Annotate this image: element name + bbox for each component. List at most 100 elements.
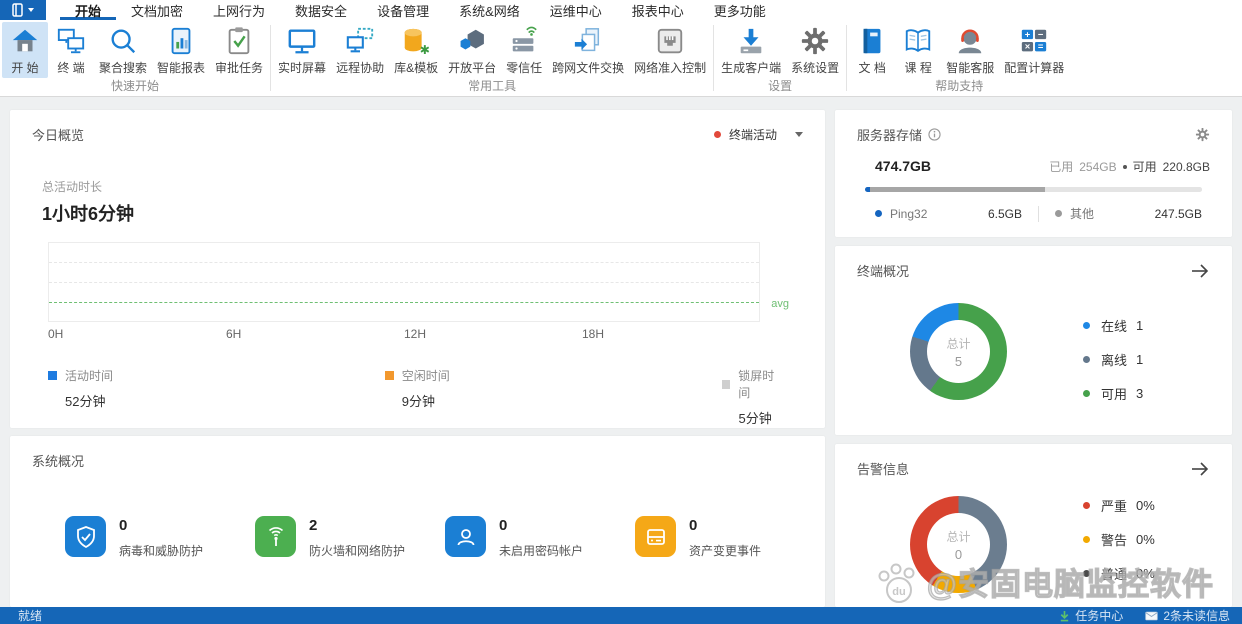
storage-item-ping32: Ping32 6.5GB <box>875 207 1022 221</box>
svg-text:✱: ✱ <box>420 43 430 56</box>
group-label-common-tools: 常用工具 <box>468 79 517 93</box>
live-screen-button[interactable]: 实时屏幕 <box>273 22 331 78</box>
tab-report-center[interactable]: 报表中心 <box>617 0 699 20</box>
legend-normal: 普通 0% <box>1083 556 1155 590</box>
filter-dot-icon <box>713 131 721 138</box>
panel-alert-info: 告警信息 总计 0 严重 0% 警告 0% 普通 0% <box>835 444 1232 607</box>
stat-no-password-accounts[interactable]: 0 未启用密码帐户 <box>445 516 635 559</box>
stat-firewall-network-protection[interactable]: 2 防火墙和网络防护 <box>255 516 445 559</box>
smart-support-button[interactable]: 智能客服 <box>941 22 999 78</box>
docs-button[interactable]: 文 档 <box>849 22 895 78</box>
asset-disk-icon <box>635 516 676 557</box>
terminals-legend: 在线 1 离线 1 可用 3 <box>1083 308 1143 410</box>
legend-lock-screen-time: 锁屏时间 5分钟 <box>721 367 785 427</box>
server-wifi-icon <box>509 25 539 57</box>
gear-icon <box>800 25 830 57</box>
report-icon <box>166 25 196 57</box>
storage-bar-segment <box>1045 187 1202 192</box>
storage-usage-bar <box>865 187 1202 192</box>
calculator-icon: + − × = <box>1019 25 1049 57</box>
search-icon <box>108 25 138 57</box>
system-settings-button[interactable]: 系统设置 <box>786 22 844 78</box>
app-menu-button[interactable] <box>0 0 46 20</box>
terminal-activity-dropdown[interactable]: 终端活动 <box>713 126 803 143</box>
cross-network-file-exchange-button[interactable]: 跨网文件交换 <box>547 22 629 78</box>
tab-start[interactable]: 开始 <box>60 0 116 20</box>
storage-panel-title: 服务器存储 <box>857 125 941 144</box>
storage-item-other: 其他 247.5GB <box>1055 205 1202 222</box>
storage-total: 474.7GB <box>875 158 932 174</box>
panel-today-overview: 今日概览 终端活动 总活动时长 1小时6分钟 avg 0H 6H 12H 18H <box>10 110 825 428</box>
alerts-donut-chart: 总计 0 <box>910 496 1007 593</box>
generate-client-button[interactable]: 生成客户端 <box>716 22 786 78</box>
book-icon <box>857 25 887 57</box>
tab-web-behavior[interactable]: 上网行为 <box>198 0 280 20</box>
status-text: 就绪 <box>18 609 43 623</box>
start-button[interactable]: 开 始 <box>2 22 48 78</box>
stat-virus-threat-protection[interactable]: 0 病毒和威胁防护 <box>65 516 255 559</box>
svg-text:×: × <box>1025 41 1031 51</box>
signal-icon <box>255 516 296 557</box>
envelope-icon <box>1145 611 1158 620</box>
hexagons-icon <box>457 25 487 57</box>
legend-available: 可用 3 <box>1083 376 1143 410</box>
group-label-settings: 设置 <box>768 79 793 93</box>
smart-report-button[interactable]: 智能报表 <box>152 22 210 78</box>
task-center-button[interactable]: 任务中心 <box>1059 607 1123 624</box>
storage-bar-segment <box>869 187 1046 192</box>
legend-warning: 警告 0% <box>1083 522 1155 556</box>
library-templates-button[interactable]: ✱ 库&模板 <box>389 22 443 78</box>
app-menu-caret-icon <box>28 8 34 12</box>
ribbon-group-help-support: 文 档 课 程 智能客服 + − × = 配置计算器 帮助支持 <box>847 20 1071 96</box>
ribbon: 开 始 终 端 聚合搜索 智能报表 审批任务 快速开始 实时屏幕 远程协助 ✱ … <box>0 20 1242 97</box>
status-bar: 就绪 任务中心 2条未读信息 <box>0 607 1242 624</box>
tab-ops-center[interactable]: 运维中心 <box>535 0 617 20</box>
svg-text:=: = <box>1038 41 1044 51</box>
config-calculator-button[interactable]: + − × = 配置计算器 <box>999 22 1069 78</box>
alerts-legend: 严重 0% 警告 0% 普通 0% <box>1083 488 1155 590</box>
open-platform-button[interactable]: 开放平台 <box>443 22 501 78</box>
alerts-panel-title: 告警信息 <box>857 462 910 477</box>
tab-data-security[interactable]: 数据安全 <box>280 0 362 20</box>
ribbon-group-settings: 生成客户端 系统设置 设置 <box>714 20 846 96</box>
today-panel-title: 今日概览 <box>32 128 85 143</box>
file-exchange-icon <box>573 25 603 57</box>
legend-offline: 离线 1 <box>1083 342 1143 376</box>
approval-tasks-button[interactable]: 审批任务 <box>210 22 268 78</box>
tab-device-management[interactable]: 设备管理 <box>362 0 444 20</box>
terminal-button[interactable]: 终 端 <box>48 22 94 78</box>
courses-button[interactable]: 课 程 <box>895 22 941 78</box>
headset-agent-icon <box>955 25 985 57</box>
info-icon[interactable] <box>928 128 941 141</box>
ribbon-tabs: 开始 文档加密 上网行为 数据安全 设备管理 系统&网络 运维中心 报表中心 更… <box>60 0 781 20</box>
unread-messages-button[interactable]: 2条未读信息 <box>1145 607 1230 624</box>
monitor-icon <box>287 25 317 57</box>
system-panel-title: 系统概况 <box>32 454 85 469</box>
zero-trust-button[interactable]: 零信任 <box>501 22 547 78</box>
legend-critical: 严重 0% <box>1083 488 1155 522</box>
group-label-help-support: 帮助支持 <box>935 79 984 93</box>
tab-doc-encryption[interactable]: 文档加密 <box>116 0 198 20</box>
aggregate-search-button[interactable]: 聚合搜索 <box>94 22 152 78</box>
panel-terminal-overview: 终端概况 总计 5 在线 1 离线 1 可用 3 <box>835 246 1232 435</box>
alerts-detail-arrow-icon[interactable] <box>1190 461 1210 476</box>
user-icon <box>445 516 486 557</box>
legend-idle-time: 空闲时间 9分钟 <box>384 367 722 427</box>
avg-label: avg <box>771 298 789 311</box>
menu-bar: 开始 文档加密 上网行为 数据安全 设备管理 系统&网络 运维中心 报表中心 更… <box>0 0 1242 20</box>
chart-legend: 活动时间 52分钟 空闲时间 9分钟 锁屏时间 5分钟 <box>48 367 785 427</box>
total-activity-label: 总活动时长 <box>42 180 103 194</box>
tab-more-functions[interactable]: 更多功能 <box>699 0 781 20</box>
tab-system-network[interactable]: 系统&网络 <box>444 0 535 20</box>
ethernet-port-icon <box>655 25 685 57</box>
panel-system-overview: 系统概况 0 病毒和威胁防护 2 防火墙和网络防护 0 未启用密码帐户 0 资产… <box>10 436 825 607</box>
remote-assist-button[interactable]: 远程协助 <box>331 22 389 78</box>
stat-asset-change-events[interactable]: 0 资产变更事件 <box>635 516 825 559</box>
storage-settings-gear-icon[interactable] <box>1195 127 1210 142</box>
download-arrow-icon <box>1061 610 1069 621</box>
download-client-icon <box>736 25 766 57</box>
terminals-detail-arrow-icon[interactable] <box>1190 263 1210 278</box>
network-access-control-button[interactable]: 网络准入控制 <box>629 22 711 78</box>
panel-server-storage: 服务器存储 474.7GB 已用254GB 可用220.8GB Ping32 <box>835 110 1232 237</box>
clipboard-check-icon <box>224 25 254 57</box>
